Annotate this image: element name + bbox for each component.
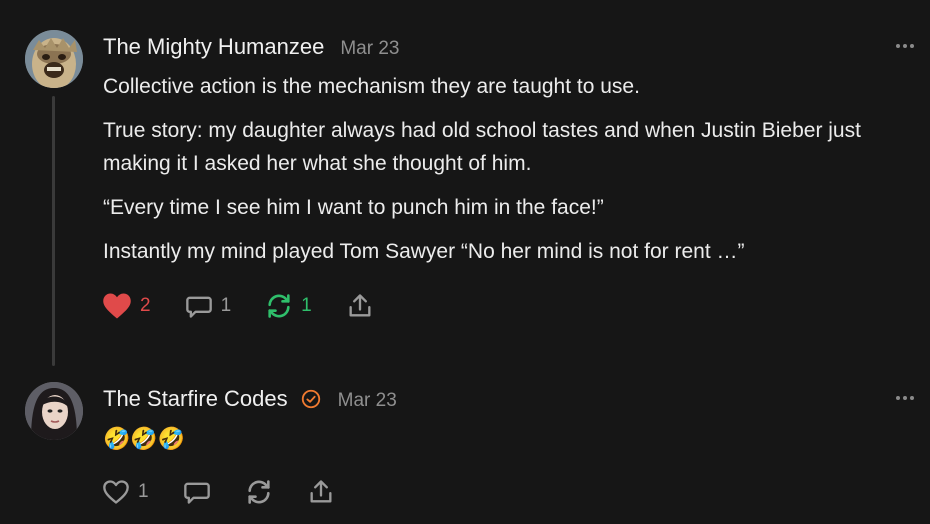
dot-icon (903, 44, 907, 48)
comment-paragraph: Collective action is the mechanism they … (103, 75, 640, 98)
avatar[interactable] (25, 382, 83, 440)
reply-button[interactable]: 1 (185, 292, 232, 320)
restack-icon (268, 294, 290, 318)
share-button[interactable] (346, 292, 374, 320)
dot-icon (910, 396, 914, 400)
share-icon (349, 294, 371, 317)
comment-date[interactable]: Mar 23 (338, 390, 397, 412)
dot-icon (896, 396, 900, 400)
more-options-button[interactable] (896, 42, 918, 50)
like-button[interactable]: 2 (102, 292, 151, 320)
comment-bubble-icon (185, 296, 212, 318)
heart-filled-icon (103, 293, 131, 319)
dot-icon (896, 44, 900, 48)
restack-button[interactable] (245, 478, 273, 506)
thread-line (52, 96, 55, 366)
comment-header: The Mighty Humanzee Mar 23 (103, 34, 399, 60)
like-count: 2 (140, 295, 151, 316)
dot-icon (903, 396, 907, 400)
comment-actions: 1 (102, 478, 369, 506)
author-name[interactable]: The Mighty Humanzee (103, 34, 324, 60)
comment-bubble-icon (183, 482, 210, 504)
like-count: 1 (138, 481, 149, 502)
heart-outline-icon (103, 480, 129, 504)
comment-body: Collective action is the mechanism they … (103, 70, 893, 279)
share-icon (310, 480, 332, 503)
comment-paragraph: 🤣🤣🤣 (103, 426, 186, 451)
like-button[interactable]: 1 (102, 479, 149, 505)
more-options-button[interactable] (896, 394, 918, 402)
verified-badge-icon (301, 389, 320, 409)
reply-count: 1 (220, 295, 232, 316)
dot-icon (910, 44, 914, 48)
avatar[interactable] (25, 30, 83, 88)
gorilla-mask-avatar-icon (25, 30, 83, 88)
restack-button[interactable]: 1 (265, 292, 312, 320)
restack-icon (247, 480, 270, 504)
comment-actions: 2 1 1 (102, 292, 408, 320)
woman-portrait-avatar-icon (25, 382, 83, 440)
author-name[interactable]: The Starfire Codes (103, 386, 288, 412)
comment-body: 🤣🤣🤣 (103, 422, 893, 466)
reply-button[interactable] (183, 478, 211, 506)
comment-paragraph: “Every time I see him I want to punch hi… (103, 196, 604, 219)
share-button[interactable] (307, 478, 335, 506)
comment-date[interactable]: Mar 23 (340, 38, 399, 60)
comment-paragraph: True story: my daughter always had old s… (103, 119, 861, 175)
comment-paragraph: Instantly my mind played Tom Sawyer “No … (103, 240, 745, 263)
comment-header: The Starfire Codes Mar 23 (103, 386, 397, 412)
restack-count: 1 (301, 295, 312, 316)
